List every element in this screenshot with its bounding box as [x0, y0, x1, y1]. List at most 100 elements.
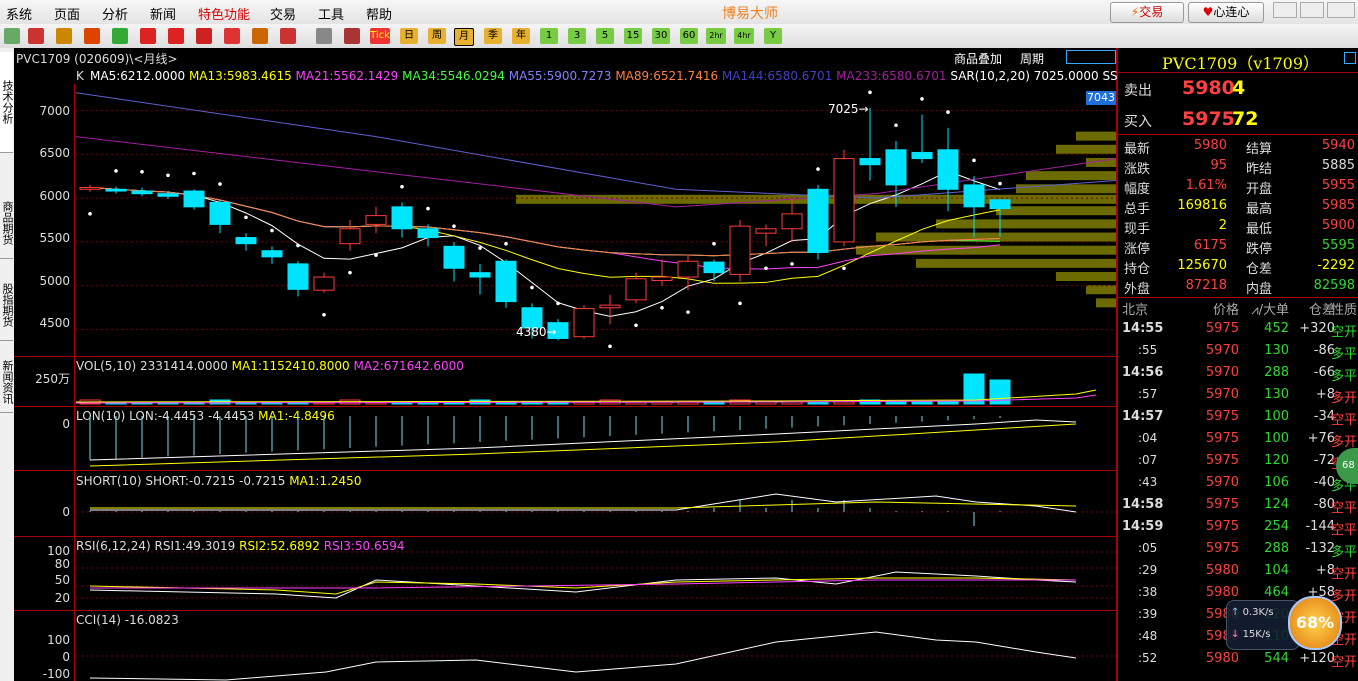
- high-value: 7025: [828, 102, 859, 116]
- menu-help[interactable]: 帮助: [366, 4, 392, 23]
- period-month[interactable]: 月: [454, 28, 474, 46]
- sar-dot: [244, 215, 248, 220]
- sar-dot: [478, 246, 482, 250]
- quote-stats: 最新 5980 结算 5940 涨跌 95 昨结 5885 幅度 1.61% 开盘 5955 总手 169…: [1118, 137, 1358, 297]
- stat-label: 仓差: [1246, 262, 1273, 277]
- period-15min[interactable]: 15: [624, 28, 642, 44]
- tick-cell-v: 100: [1264, 431, 1289, 446]
- tick-cell-t: :52: [1138, 651, 1158, 665]
- refresh-icon[interactable]: [112, 28, 128, 44]
- candle-body: [885, 149, 907, 186]
- candlestick-chart[interactable]: [76, 84, 1116, 356]
- filter-icon[interactable]: [280, 28, 296, 44]
- menu-system[interactable]: 系统: [6, 4, 32, 23]
- candle-body: [703, 261, 725, 274]
- overlay-link[interactable]: 商品叠加: [954, 50, 1002, 67]
- tab-technical-analysis[interactable]: 技术分析: [0, 52, 14, 153]
- chart-line-icon[interactable]: [344, 28, 360, 44]
- nav-arrows[interactable]: [1066, 50, 1116, 64]
- panel-divider: [14, 536, 1116, 537]
- book-icon[interactable]: [56, 28, 72, 44]
- sar-dot: [920, 97, 924, 101]
- tick-row[interactable]: :05 5975 288 -132 多平: [1118, 539, 1358, 561]
- sar-dot: [192, 171, 196, 176]
- panel-toggle-icon[interactable]: [1344, 52, 1356, 64]
- period-60min[interactable]: 60: [680, 28, 698, 44]
- zoom-out-icon[interactable]: [168, 28, 184, 44]
- period-3min[interactable]: 3: [568, 28, 586, 44]
- tick-row[interactable]: 14:55 5975 452 +320 空开: [1118, 319, 1358, 341]
- period-30min[interactable]: 30: [652, 28, 670, 44]
- tick-cell-v: 130: [1264, 387, 1289, 402]
- sar-dot: [634, 323, 638, 328]
- window-icon[interactable]: [196, 28, 212, 44]
- sar-dot: [894, 123, 898, 128]
- tab-commodity-futures[interactable]: 商品期货: [0, 188, 14, 259]
- candle-body: [807, 188, 829, 253]
- minimize-button[interactable]: [1273, 2, 1297, 18]
- upload-value: 0.3K/s: [1242, 607, 1274, 618]
- tab-news[interactable]: 新闻资讯: [0, 352, 14, 413]
- volume-profile-bar: [936, 219, 1116, 229]
- period-season[interactable]: 季: [484, 28, 502, 44]
- f10-icon[interactable]: [84, 28, 100, 44]
- upload-speed: ↑ 0.3K/s: [1231, 607, 1274, 618]
- panel-divider: [14, 356, 1116, 357]
- tick-cell-n: 多平: [1330, 369, 1357, 384]
- tick-button[interactable]: Tick: [370, 28, 390, 44]
- tick-row[interactable]: 14:58 5975 124 -80 空平: [1118, 495, 1358, 517]
- memory-ball-icon[interactable]: 68%: [1288, 596, 1342, 650]
- candle-body: [651, 276, 673, 282]
- tick-row[interactable]: :04 5975 100 +76 多开: [1118, 429, 1358, 451]
- stat-label: 开盘: [1246, 182, 1273, 197]
- tick-cell-n: 多平: [1330, 545, 1357, 560]
- menu-analysis[interactable]: 分析: [102, 4, 128, 23]
- xinlian-button[interactable]: ♥心连心: [1188, 2, 1264, 23]
- bell-icon[interactable]: [252, 28, 268, 44]
- tick-cell-v: 100: [1264, 409, 1289, 424]
- ma-item: MA13:5983.4615: [188, 69, 296, 83]
- tick-row[interactable]: :29 5980 104 +8 空开: [1118, 561, 1358, 583]
- period-5min[interactable]: 5: [596, 28, 614, 44]
- period-custom[interactable]: Y: [764, 28, 782, 44]
- pencil-icon[interactable]: [224, 28, 240, 44]
- period-1min[interactable]: 1: [540, 28, 558, 44]
- maximize-button[interactable]: [1300, 2, 1324, 18]
- candle-body: [625, 278, 647, 301]
- menu-page[interactable]: 页面: [54, 4, 80, 23]
- tick-row[interactable]: :075975120-72空平: [1118, 451, 1358, 473]
- tick-row[interactable]: :43 5970 106 -40 多平: [1118, 473, 1358, 495]
- tick-row[interactable]: 14:56 5970 288 -66 多平: [1118, 363, 1358, 385]
- menu-tools[interactable]: 工具: [318, 4, 344, 23]
- tick-row[interactable]: :57 5970 130 +8 多开: [1118, 385, 1358, 407]
- tick-cell-t: :29: [1138, 563, 1158, 577]
- period-year[interactable]: 年: [512, 28, 530, 44]
- table-icon[interactable]: [316, 28, 332, 44]
- back-icon[interactable]: [4, 28, 20, 44]
- volume-profile-bar: [916, 258, 1116, 268]
- menu-special[interactable]: 特色功能: [198, 4, 250, 23]
- tab-index-futures[interactable]: 股指期货: [0, 270, 14, 341]
- tick-cell-n: 空平: [1330, 523, 1357, 538]
- trade-button[interactable]: ⚡交易: [1110, 2, 1184, 23]
- menu-news[interactable]: 新闻: [150, 4, 176, 23]
- quote-panel: PVC1709（v1709） 卖出 5980 4 买入 5975 72 最新 59…: [1117, 48, 1358, 681]
- period-day[interactable]: 日: [400, 28, 418, 44]
- volume-bar: [911, 401, 933, 405]
- stat-value: -2292: [1317, 258, 1355, 273]
- period-2hr[interactable]: 2hr: [706, 28, 726, 44]
- panel-divider: [1118, 297, 1358, 298]
- zoom-in-icon[interactable]: [140, 28, 156, 44]
- short-axis-label: 0: [62, 505, 70, 519]
- period-4hr[interactable]: 4hr: [734, 28, 754, 44]
- tick-row[interactable]: 14:59 5975 254 -144 空平: [1118, 517, 1358, 539]
- tick-row[interactable]: :52 5980 544 +120 空开: [1118, 649, 1358, 671]
- close-button[interactable]: [1327, 2, 1355, 18]
- menu-trade[interactable]: 交易: [270, 4, 296, 23]
- period-link[interactable]: 周期: [1020, 50, 1044, 67]
- stat-value: 5885: [1321, 158, 1355, 173]
- home-icon[interactable]: [28, 28, 44, 44]
- tick-row[interactable]: 14:57 5975 100 -34 空平: [1118, 407, 1358, 429]
- period-week[interactable]: 周: [428, 28, 446, 44]
- tick-row[interactable]: :55 5970 130 -86 多平: [1118, 341, 1358, 363]
